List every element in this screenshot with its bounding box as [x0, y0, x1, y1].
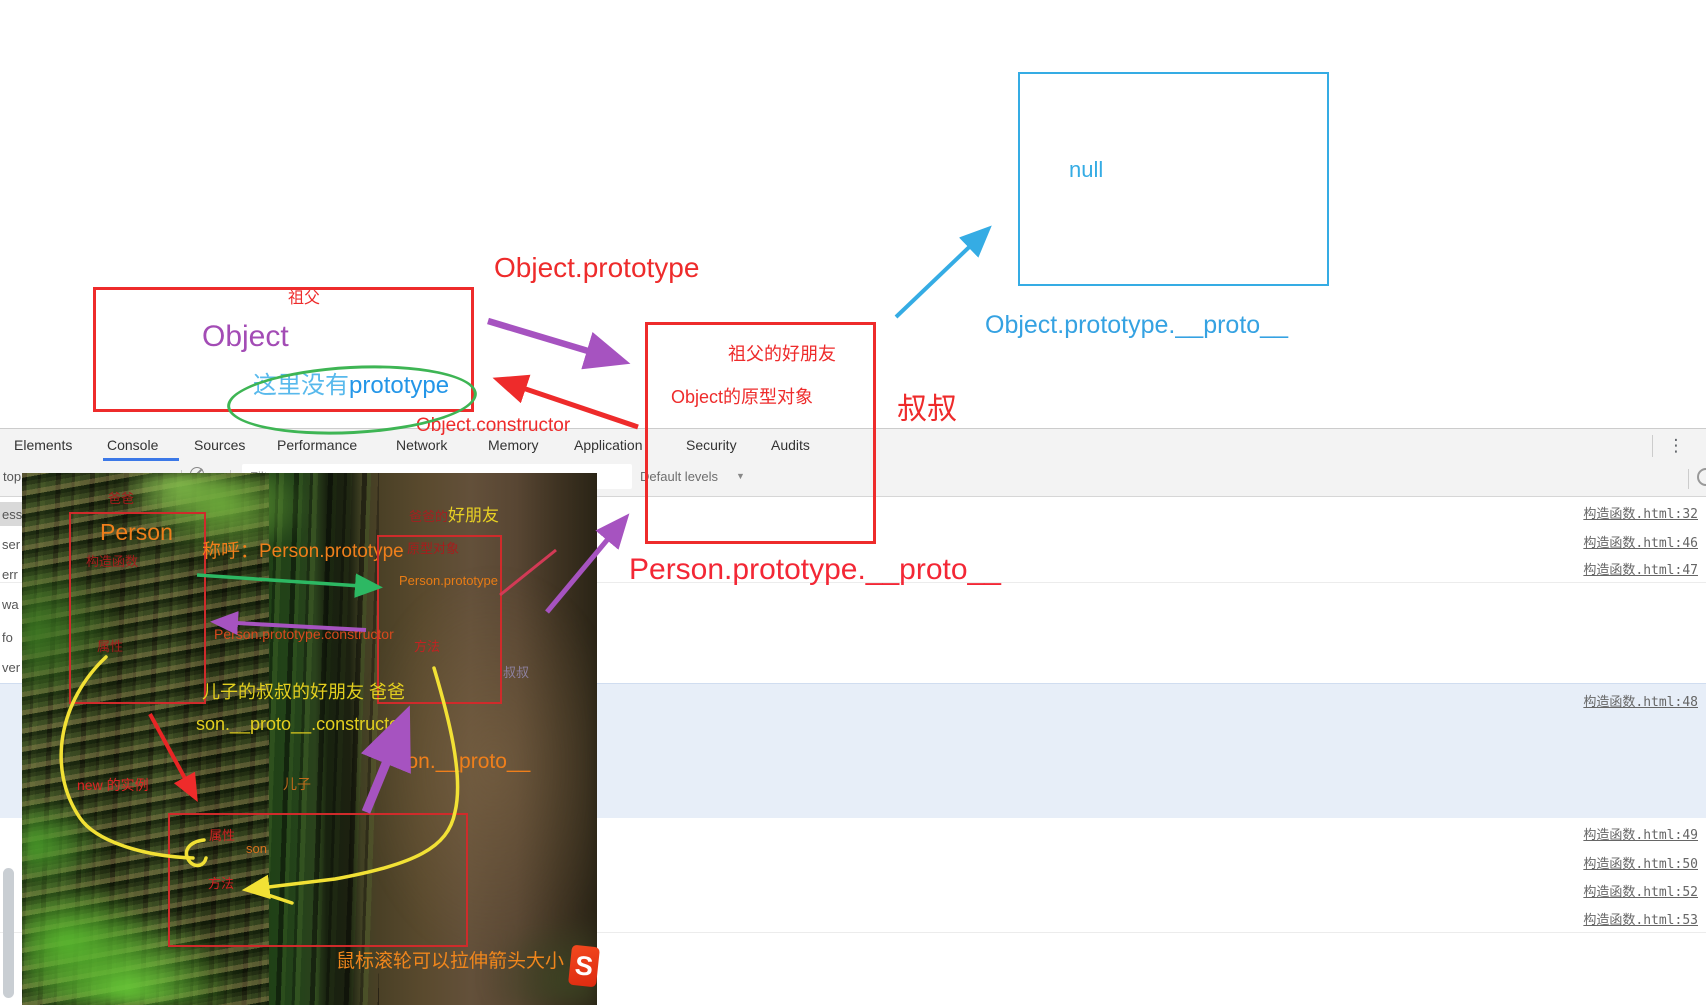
context-selector[interactable]: top: [3, 469, 21, 484]
new-instance-label: new 的实例: [77, 777, 149, 793]
alias-label: 称呼：Person.prototype: [202, 541, 404, 562]
sidebar-scrollbar[interactable]: [3, 868, 14, 998]
person-constructor-label: 构造函数: [86, 554, 139, 569]
person-prototype-box: [377, 535, 502, 704]
source-link[interactable]: 构造函数.html:48: [1583, 684, 1706, 710]
son-proto-constructor-label: son.__proto__.constructor: [196, 714, 406, 734]
more-menu-icon[interactable]: ⋮: [1666, 433, 1686, 459]
sidebar-item-info[interactable]: fo: [2, 630, 22, 645]
screenshot-root: Elements Console Sources Performance Net…: [0, 0, 1706, 1005]
tab-sources[interactable]: Sources: [194, 429, 245, 462]
son-proto-label: son.__proto__: [396, 750, 531, 773]
person-prototype-name: Person.prototype: [399, 573, 499, 588]
snip-tool-logo: S: [567, 944, 601, 988]
object-prototype-proto-label: Object.prototype.__proto__: [985, 311, 1288, 339]
source-link[interactable]: 构造函数.html:47: [1583, 559, 1706, 578]
person-prototype-proto-label: Person.prototype.__proto__: [629, 553, 1001, 586]
photo-uncle-label: 叔叔: [503, 665, 530, 680]
person-title: Person: [100, 519, 173, 545]
father-friend-part2: 好朋友: [448, 506, 500, 525]
source-link[interactable]: 构造函数.html:32: [1583, 503, 1706, 522]
father-tag: 爸爸: [108, 491, 135, 506]
tabbar-separator: [1652, 435, 1653, 457]
arrow-proto-to-null: [894, 225, 992, 319]
tab-elements[interactable]: Elements: [14, 429, 72, 462]
father-friend-tag: 爸爸的好朋友: [409, 506, 499, 526]
source-link[interactable]: 构造函数.html:49: [1583, 824, 1706, 843]
son-chain-zh-label: 儿子的叔叔的好朋友 爸爸: [202, 682, 405, 702]
sidebar-item-errors[interactable]: err: [2, 567, 22, 582]
toolbar-separator-3: [1688, 469, 1689, 489]
source-link[interactable]: 构造函数.html:50: [1583, 853, 1706, 872]
uncle-label: 叔叔: [897, 393, 957, 426]
active-tab-underline: [103, 458, 179, 461]
son-tag: 儿子: [283, 776, 311, 792]
son-name-label: son: [246, 841, 267, 856]
object-title: Object: [202, 320, 289, 353]
tab-application[interactable]: Application: [574, 429, 643, 462]
sidebar-item-warnings[interactable]: wa: [2, 597, 22, 612]
settings-icon[interactable]: [1697, 468, 1706, 486]
grandfather-tag: 祖父: [288, 290, 321, 307]
mouse-wheel-tip: 鼠标滚轮可以拉伸箭头大小: [336, 951, 565, 972]
object-prototype-label: Object.prototype: [494, 252, 700, 283]
null-value: null: [1069, 157, 1104, 182]
son-method-label: 方法: [208, 876, 235, 891]
sidebar-item-verbose[interactable]: ver: [2, 660, 22, 675]
source-link[interactable]: 构造函数.html:46: [1583, 532, 1706, 551]
proto-method-label: 方法: [414, 639, 441, 654]
grandfather-friend-label: 祖父的好朋友: [728, 344, 836, 364]
object-proto-object-label: Object的原型对象: [671, 387, 814, 407]
prototype-constructor-label: Person.prototype.constructor: [214, 626, 394, 642]
son-property-label: 属性: [209, 828, 236, 843]
null-box: [1018, 72, 1329, 286]
person-property-label: 属性: [97, 639, 124, 654]
arrow-object-to-prototype: [487, 317, 631, 370]
source-link[interactable]: 构造函数.html:52: [1583, 881, 1706, 900]
sidebar-item-messages[interactable]: ess: [2, 507, 22, 522]
sidebar-item-user-messages[interactable]: ser: [2, 537, 22, 552]
father-friend-part1: 爸爸的: [409, 509, 449, 524]
source-link[interactable]: 构造函数.html:53: [1583, 909, 1706, 928]
proto-object-label: 原型对象: [407, 541, 460, 556]
